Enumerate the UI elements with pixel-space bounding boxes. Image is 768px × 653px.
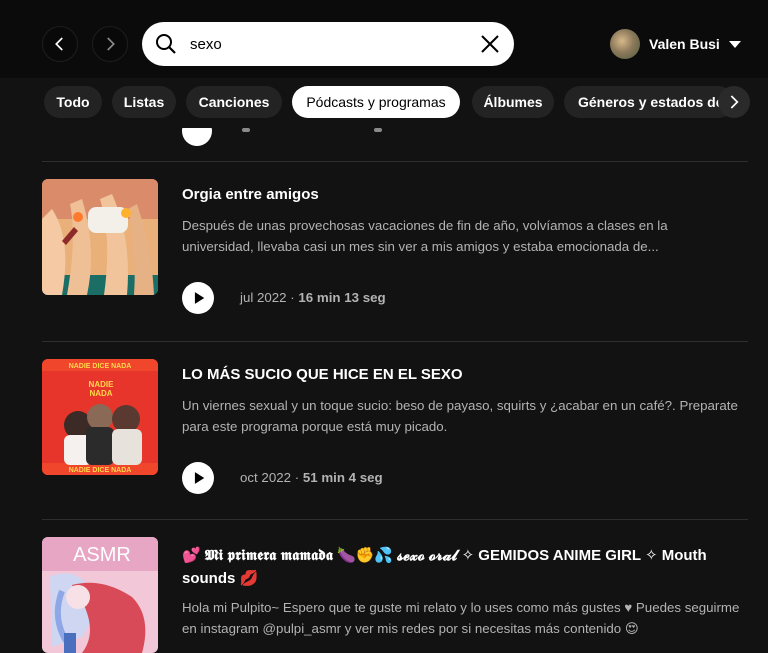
user-name: Valen Busi	[649, 36, 720, 52]
episode-description: Hola mi Pulpito~ Espero que te guste mi …	[182, 600, 740, 636]
search-bar[interactable]	[142, 22, 514, 66]
cover-text: NADIE DICE NADA	[69, 467, 132, 474]
top-bar: Valen Busi	[0, 0, 768, 78]
play-button[interactable]	[182, 462, 214, 494]
episode-cover: ASMR	[42, 537, 158, 653]
filter-chips: Todo Listas Canciones Pódcasts y program…	[0, 78, 768, 128]
play-icon	[194, 472, 205, 484]
play-icon	[194, 292, 205, 304]
chip-albumes[interactable]: Álbumes	[472, 86, 554, 118]
cover-text: NADIE	[89, 380, 115, 389]
chevron-right-icon	[730, 95, 739, 109]
episode-date: jul 2022	[240, 290, 287, 305]
chip-todo[interactable]: Todo	[44, 86, 102, 118]
cover-text: NADIE DICE NADA	[69, 363, 132, 370]
episode-cover: NADIE NADA NADIE DICE NADA NADIE DICE NA…	[42, 359, 158, 475]
play-button[interactable]	[182, 128, 212, 146]
divider	[42, 161, 748, 162]
search-input[interactable]	[190, 32, 460, 56]
play-button[interactable]	[182, 282, 214, 314]
episode-cover	[42, 179, 158, 295]
search-icon	[156, 34, 176, 54]
truncated-meta	[374, 128, 382, 132]
episode-duration: 51 min 4 seg	[302, 470, 383, 485]
divider	[42, 341, 748, 342]
episode-title[interactable]: Orgia entre amigos	[182, 186, 319, 203]
episode-description: Después de unas provechosas vacaciones d…	[182, 218, 668, 254]
chip-generos[interactable]: Géneros y estados de	[564, 86, 734, 118]
scroll-chips-right-button[interactable]	[718, 86, 750, 118]
chip-canciones[interactable]: Canciones	[186, 86, 282, 118]
clear-search-icon[interactable]	[478, 32, 502, 56]
forward-button[interactable]	[92, 26, 128, 62]
episode-date: oct 2022	[240, 470, 292, 485]
chip-listas[interactable]: Listas	[112, 86, 176, 118]
truncated-meta	[242, 128, 250, 132]
episode-title[interactable]: LO MÁS SUCIO QUE HICE EN EL SEXO	[182, 366, 463, 383]
cover-text: ASMR	[73, 544, 131, 566]
episode-meta: oct 2022 · 51 min 4 seg	[240, 470, 383, 485]
episode-duration: 16 min 13 seg	[298, 290, 386, 305]
chevron-right-icon	[107, 37, 115, 51]
divider	[42, 519, 748, 520]
caret-down-icon	[728, 40, 741, 48]
meta-separator: ·	[286, 290, 299, 305]
chevron-left-icon	[55, 37, 63, 51]
user-menu-button[interactable]: Valen Busi	[606, 27, 752, 61]
episode-list: Orgia entre amigos Después de unas prove…	[0, 128, 768, 653]
avatar	[610, 29, 640, 59]
back-button[interactable]	[42, 26, 78, 62]
chip-podcasts[interactable]: Pódcasts y programas	[292, 86, 460, 118]
cover-text: NADA	[89, 389, 112, 398]
episode-meta: jul 2022 · 16 min 13 seg	[240, 290, 386, 305]
meta-separator: ·	[291, 470, 303, 485]
episode-title[interactable]: 💕 𝕸𝖎 𝖕𝖗𝖎𝖒𝖊𝖗𝖆 𝖒𝖆𝖒𝖆𝖉𝖆 🍆✊💦 𝓼𝓮𝔁𝓸 𝓸𝓻𝓪𝓵 ✧ GEMI…	[182, 544, 752, 590]
episode-description: Un viernes sexual y un toque sucio: beso…	[182, 398, 738, 434]
